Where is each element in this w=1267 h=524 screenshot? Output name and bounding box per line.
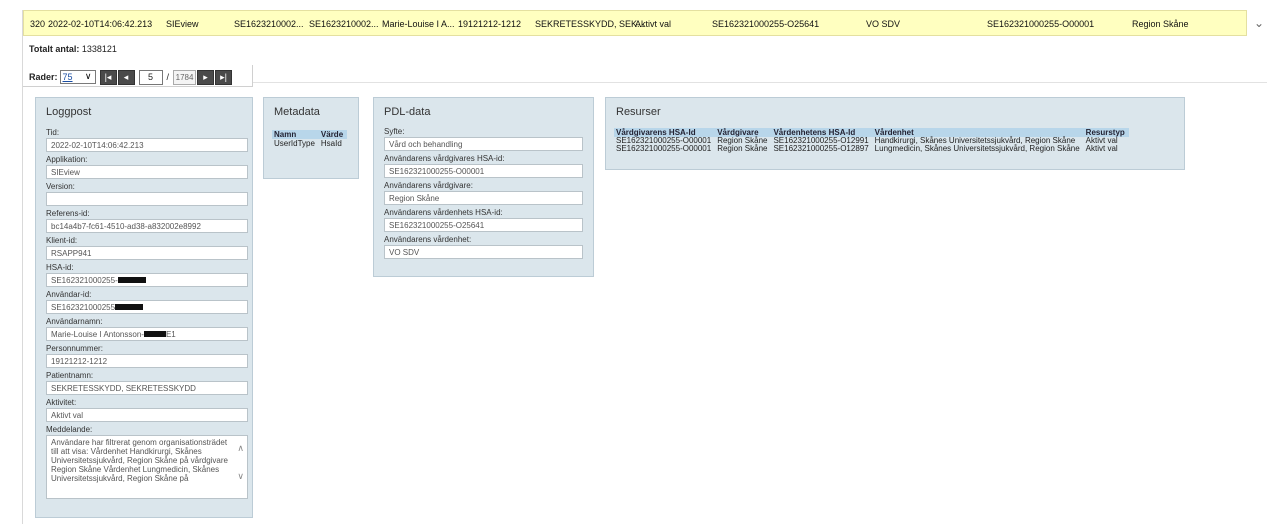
- patnamn-field[interactable]: SEKRETESSKYDD, SEKRETESSKYDD: [46, 381, 248, 395]
- hsa-label: HSA-id:: [46, 263, 74, 272]
- row-col3: SE1623210002...: [234, 19, 304, 29]
- vg-hsa-field[interactable]: SE162321000255-O00001: [384, 164, 583, 178]
- anvid-value: SE162321000255: [51, 302, 116, 312]
- aktivitet-label: Aktivitet:: [46, 398, 77, 407]
- pnr-field[interactable]: 19121212-1212: [46, 354, 248, 368]
- next-page-button[interactable]: ▸: [197, 69, 215, 85]
- resurser-panel: Resurser Vårdgivarens HSA-Id Vårdgivare …: [605, 97, 1185, 170]
- ref-field[interactable]: bc14a4b7-fc61-4510-ad38-a832002e8992: [46, 219, 248, 233]
- ve-field[interactable]: VO SDV: [384, 245, 583, 259]
- first-page-button[interactable]: |◂: [99, 69, 117, 85]
- hsa-value: SE162321000255-: [51, 275, 118, 285]
- row-index: 320: [30, 19, 46, 29]
- tid-label: Tid:: [46, 128, 60, 137]
- row-unit: VO SDV: [866, 19, 901, 29]
- hsa-field[interactable]: SE162321000255-: [46, 273, 248, 287]
- row-application: SIEview: [166, 19, 199, 29]
- log-viewer: 320 2022-02-10T14:06:42.213 SIEview SE16…: [22, 10, 1267, 524]
- klient-field[interactable]: RSAPP941: [46, 246, 248, 260]
- medd-label: Meddelande:: [46, 425, 93, 434]
- rows-per-page-select[interactable]: 75 ∨: [59, 70, 96, 84]
- row-provider-hsa: SE162321000255-O00001: [987, 19, 1095, 29]
- pnr-label: Personnummer:: [46, 344, 103, 353]
- vg-label: Användarens vårdgivare:: [384, 181, 473, 190]
- klient-label: Klient-id:: [46, 236, 78, 245]
- table-row: UserIdType HsaId: [272, 139, 347, 148]
- table-cell: Region Skåne: [717, 144, 768, 153]
- version-label: Version:: [46, 182, 75, 191]
- row-personnummer: 19121212-1212: [458, 19, 522, 29]
- chevron-up-icon[interactable]: ∧: [237, 444, 244, 453]
- metadata-title: Metadata: [274, 106, 320, 118]
- app-label: Applikation:: [46, 155, 88, 164]
- pager: Rader: 75 ∨ |◂ ◂ 5 / 1784 ▸ ▸|: [29, 68, 233, 86]
- metadata-header: Namn: [272, 130, 319, 139]
- chevron-down-icon: ∨: [84, 71, 92, 81]
- anvnamn-field[interactable]: Marie-Louise I Antonsson- E1: [46, 327, 248, 341]
- table-cell: UserIdType: [274, 139, 315, 148]
- row-provider: Region Skåne: [1132, 19, 1189, 29]
- chevron-down-icon[interactable]: ∨: [237, 472, 244, 481]
- table-cell: Lungmedicin, Skånes Universitetssjukvård…: [874, 144, 1080, 153]
- redaction-mask: [115, 304, 144, 310]
- resurser-title: Resurser: [616, 106, 661, 118]
- anvnamn-value: Marie-Louise I Antonsson-: [51, 329, 144, 339]
- prev-page-button[interactable]: ◂: [117, 69, 135, 85]
- syfte-field[interactable]: Vård och behandling: [384, 137, 583, 151]
- version-field[interactable]: [46, 192, 248, 206]
- table-cell: SE162321000255-O12897: [773, 144, 869, 153]
- row-col4: SE1623210002...: [309, 19, 379, 29]
- chevron-down-icon[interactable]: ⌄: [1254, 17, 1264, 29]
- table-cell: Aktivt val: [1085, 144, 1118, 153]
- resurser-table: Vårdgivarens HSA-Id Vårdgivare Vårdenhet…: [614, 128, 1129, 153]
- medd-textarea[interactable]: Användare har filtrerat genom organisati…: [46, 435, 248, 499]
- total-value: 1338121: [81, 44, 117, 54]
- metadata-header: Värde: [318, 130, 348, 139]
- page-separator: /: [166, 72, 170, 82]
- rows-value: 75: [62, 72, 73, 82]
- table-row: SE162321000255-O00001 Region Skåne SE162…: [614, 145, 1129, 153]
- ve-label: Användarens vårdenhet:: [384, 235, 472, 244]
- selected-log-row[interactable]: 320 2022-02-10T14:06:42.213 SIEview SE16…: [23, 10, 1247, 36]
- redaction-mask: [143, 331, 166, 337]
- anvid-field[interactable]: SE162321000255: [46, 300, 248, 314]
- row-timestamp: 2022-02-10T14:06:42.213: [48, 19, 153, 29]
- ve-hsa-label: Användarens vårdenhets HSA-id:: [384, 208, 503, 217]
- loggpost-title: Loggpost: [46, 106, 92, 118]
- metadata-panel: Metadata Namn Värde UserIdType HsaId: [263, 97, 359, 179]
- pdl-panel: PDL-data Syfte: Vård och behandling Anvä…: [373, 97, 594, 277]
- vg-hsa-label: Användarens vårdgivares HSA-id:: [384, 154, 505, 163]
- anvnamn-label: Användarnamn:: [46, 317, 103, 326]
- table-cell: SE162321000255-O00001: [616, 144, 712, 153]
- pdl-title: PDL-data: [384, 106, 431, 118]
- total-count: Totalt antal: 1338121: [29, 44, 117, 54]
- aktivitet-field[interactable]: Aktivt val: [46, 408, 248, 422]
- row-patient: SEKRETESSKYDD, SEK...: [535, 19, 645, 29]
- ve-hsa-field[interactable]: SE162321000255-O25641: [384, 218, 583, 232]
- row-unit-hsa: SE162321000255-O25641: [712, 19, 820, 29]
- divider: [253, 82, 1267, 83]
- ref-label: Referens-id:: [46, 209, 90, 218]
- anvid-label: Användar-id:: [46, 290, 92, 299]
- table-cell: HsaId: [320, 139, 342, 148]
- patnamn-label: Patientnamn:: [46, 371, 94, 380]
- vg-field[interactable]: Region Skåne: [384, 191, 583, 205]
- syfte-label: Syfte:: [384, 127, 405, 136]
- medd-text: Användare har filtrerat genom organisati…: [51, 438, 228, 483]
- last-page-button[interactable]: ▸|: [215, 69, 233, 85]
- page-input[interactable]: 5: [138, 69, 163, 85]
- app-field[interactable]: SIEview: [46, 165, 248, 179]
- row-user: Marie-Louise I A...: [382, 19, 455, 29]
- metadata-table: Namn Värde UserIdType HsaId: [272, 130, 348, 148]
- loggpost-panel: Loggpost Tid: 2022-02-10T14:06:42.213 Ap…: [35, 97, 253, 518]
- rows-label: Rader:: [29, 72, 58, 82]
- total-label: Totalt antal:: [29, 44, 80, 54]
- page-total: 1784: [173, 69, 197, 85]
- row-activity: Aktivt val: [635, 19, 672, 29]
- tid-field[interactable]: 2022-02-10T14:06:42.213: [46, 138, 248, 152]
- anvnamn-suffix: E1: [165, 329, 176, 339]
- redaction-mask: [117, 277, 146, 283]
